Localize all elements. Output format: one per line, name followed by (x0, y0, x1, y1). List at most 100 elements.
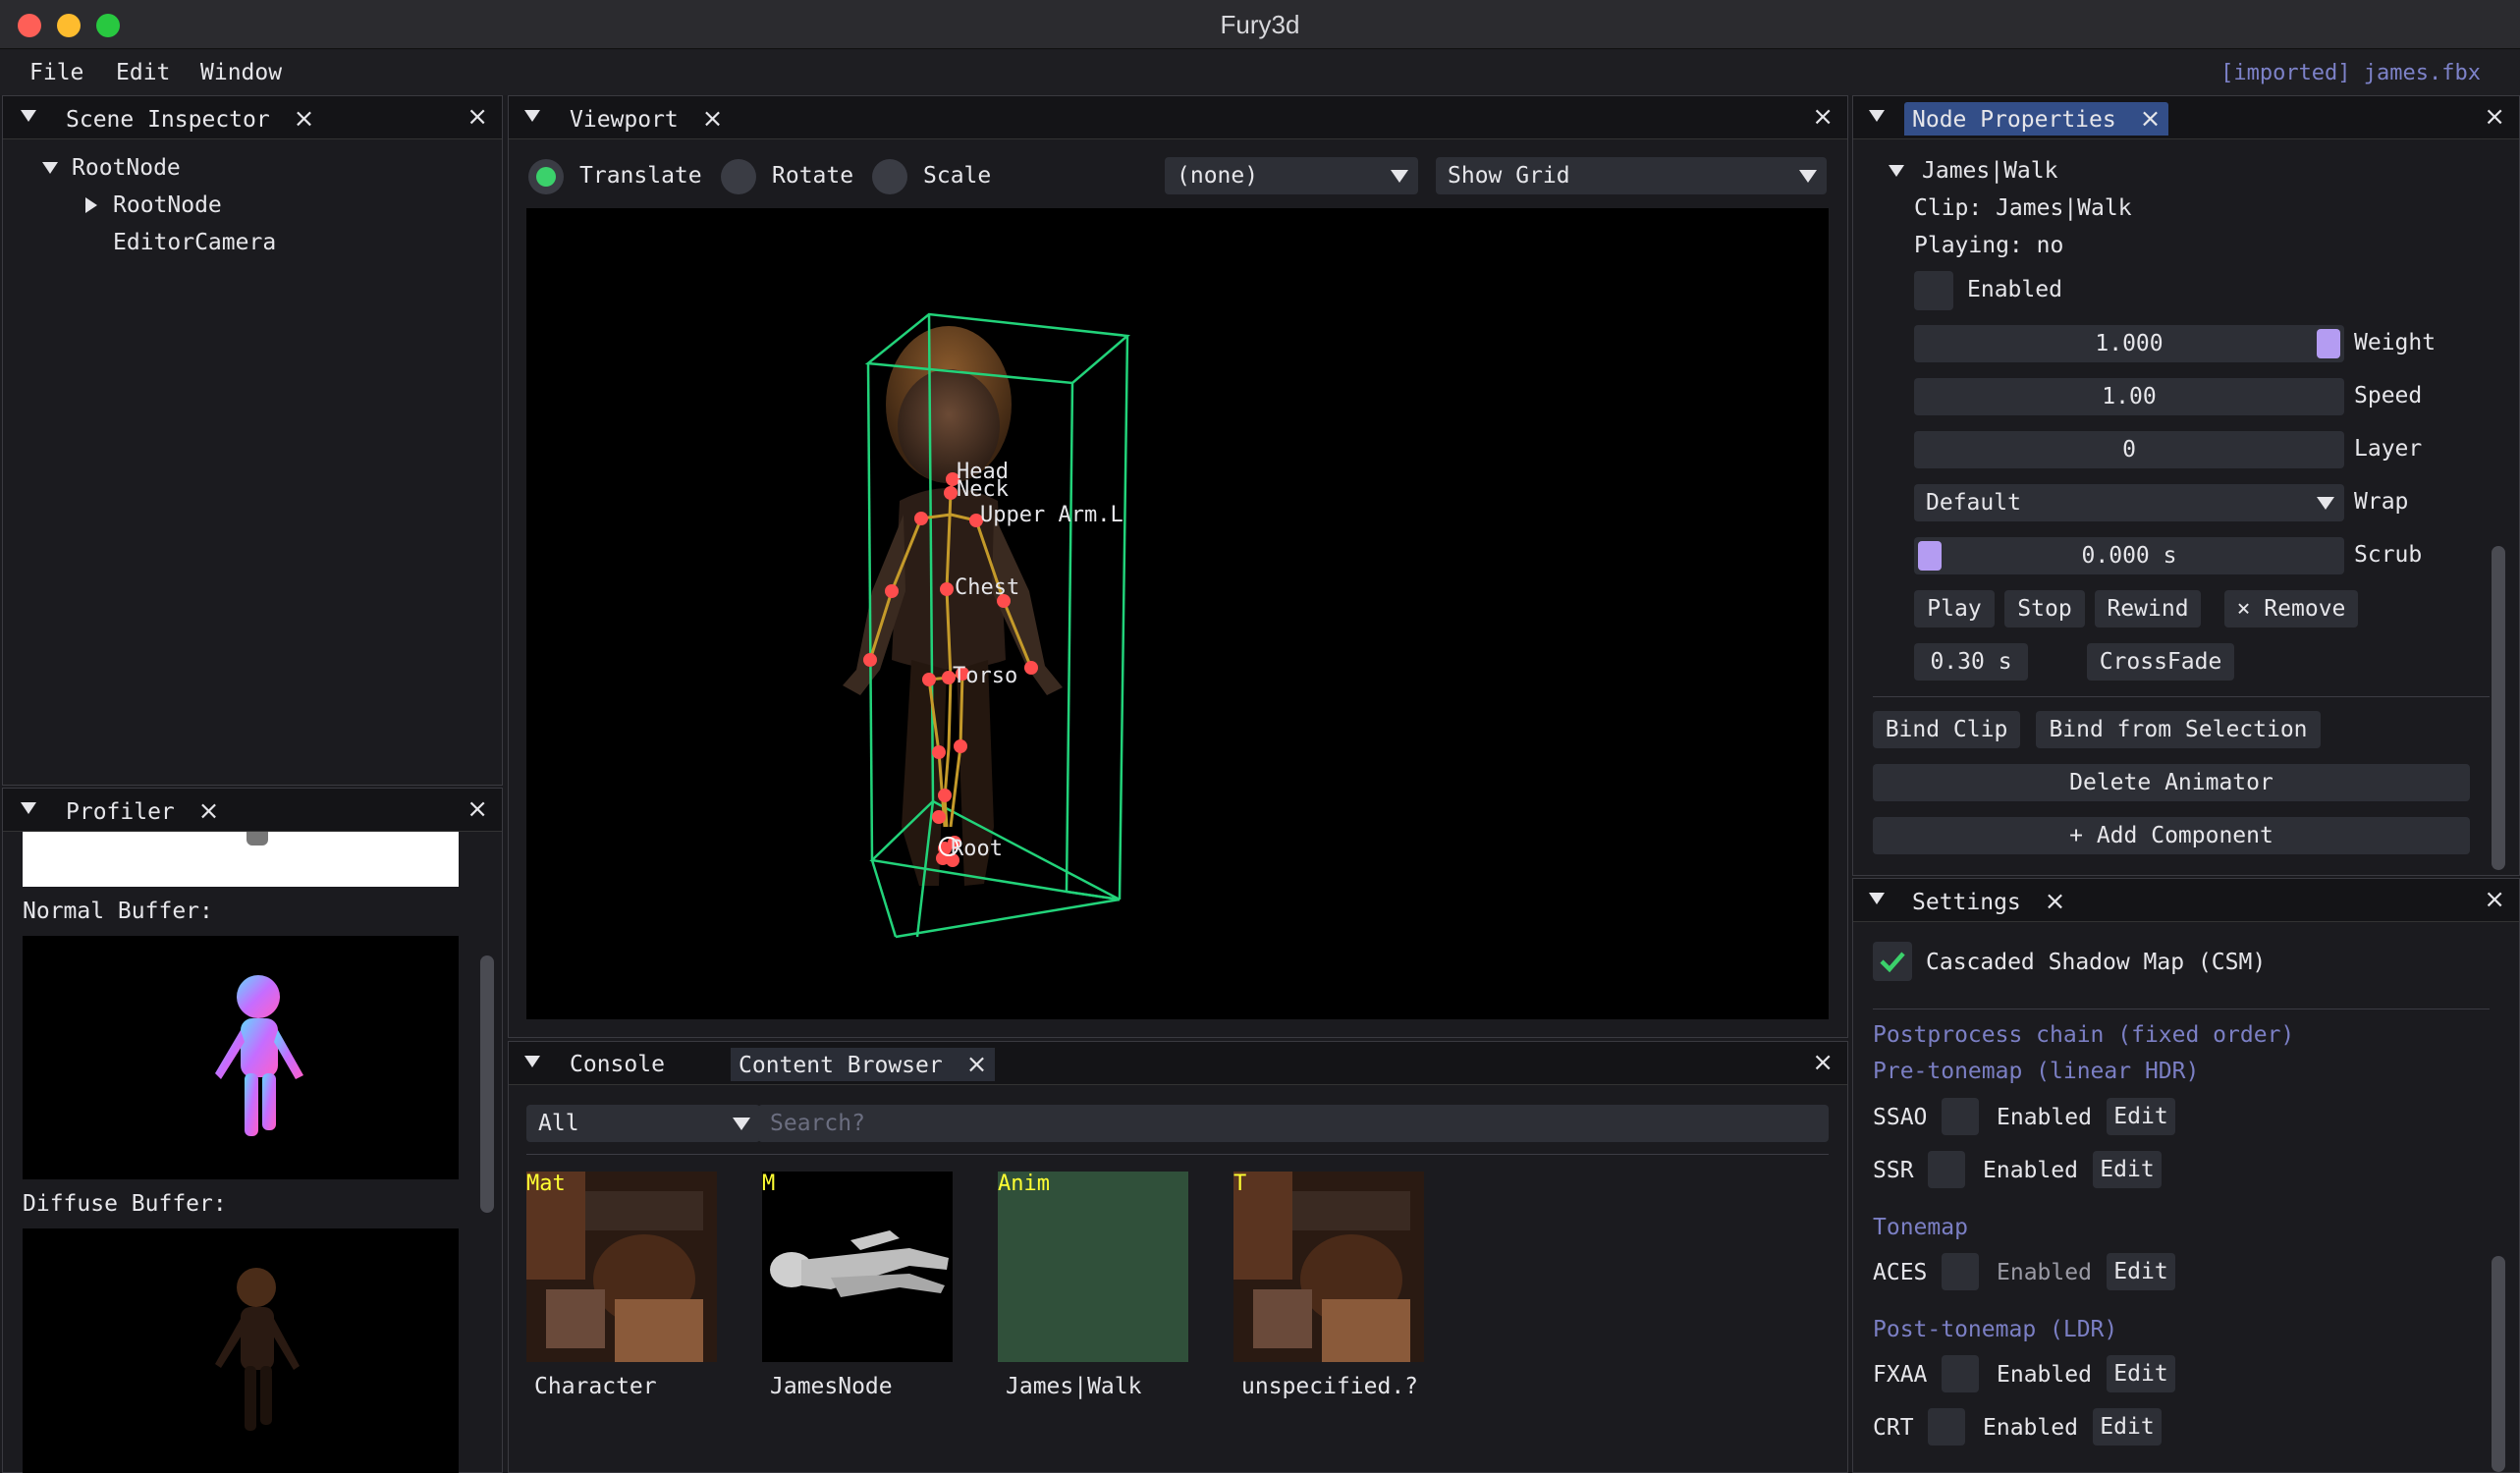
rewind-button[interactable]: Rewind (2095, 590, 2201, 627)
speed-field[interactable]: 1.00 (1914, 378, 2344, 415)
menu-edit[interactable]: Edit (116, 60, 170, 85)
divider (1873, 696, 2490, 697)
profiler-scrollbar[interactable] (480, 955, 494, 1213)
node-properties-scrollbar[interactable] (2492, 546, 2505, 870)
asset-name-jameswalk[interactable]: James|Walk (1006, 1374, 1141, 1399)
viewport-canvas[interactable]: Head Neck Upper Arm.L Chest Torso Root (526, 208, 1829, 1019)
crt-edit-button[interactable]: Edit (2093, 1408, 2162, 1446)
settings-scrollbar[interactable] (2492, 1256, 2505, 1472)
stop-button[interactable]: Stop (2004, 590, 2085, 627)
fxaa-edit-button[interactable]: Edit (2107, 1355, 2175, 1392)
ssao-label: SSAO (1873, 1105, 1928, 1130)
remove-button[interactable]: × Remove (2224, 590, 2358, 627)
close-icon[interactable]: × (294, 104, 315, 134)
crt-enabled-label: Enabled (1983, 1415, 2078, 1441)
asset-name-jamesnode[interactable]: JamesNode (770, 1374, 893, 1399)
tree-item-editorcamera[interactable]: EditorCamera (113, 230, 276, 255)
diffuse-buffer-image (23, 1228, 459, 1473)
close-icon[interactable]: × (966, 1050, 988, 1079)
menu-file[interactable]: File (29, 60, 83, 85)
delete-animator-button[interactable]: Delete Animator (1873, 764, 2470, 801)
bind-from-selection-button[interactable]: Bind from Selection (2036, 711, 2321, 748)
wrap-value: Default (1926, 490, 2021, 516)
enabled-checkbox[interactable] (1914, 271, 1953, 310)
chevron-down-icon (1391, 170, 1408, 183)
close-panel-icon[interactable]: × (2484, 104, 2505, 130)
csm-checkbox[interactable] (1873, 942, 1912, 981)
asset-thumbnail-jamesnode[interactable]: M (762, 1172, 953, 1362)
rotate-label[interactable]: Rotate (772, 163, 853, 189)
fxaa-checkbox[interactable] (1942, 1355, 1979, 1392)
bind-clip-button[interactable]: Bind Clip (1873, 711, 2020, 748)
scrub-slider-grab[interactable] (1918, 541, 1942, 571)
close-icon[interactable]: × (702, 104, 724, 134)
tab-content-browser[interactable]: Content Browser × (731, 1048, 996, 1081)
speed-label: Speed (2354, 383, 2423, 409)
tree-item-rootnode-child[interactable]: RootNode (113, 192, 222, 218)
crossfade-button[interactable]: CrossFade (2087, 643, 2234, 681)
scrub-value: 0.000 s (2081, 543, 2177, 569)
asset-thumbnail-unspecified[interactable]: T (1233, 1172, 1424, 1362)
ssr-edit-button[interactable]: Edit (2093, 1151, 2162, 1188)
asset-search-input[interactable]: Search? (758, 1105, 1829, 1142)
collapse-icon[interactable] (524, 1056, 540, 1067)
tab-console[interactable]: Console (562, 1048, 673, 1081)
asset-name-character[interactable]: Character (534, 1374, 657, 1399)
ssao-checkbox[interactable] (1942, 1098, 1979, 1135)
tab-label: Content Browser (739, 1053, 943, 1078)
close-panel-icon[interactable]: × (1812, 1050, 1834, 1075)
close-icon[interactable]: × (2045, 887, 2066, 916)
chevron-down-icon (1799, 170, 1817, 183)
close-panel-icon[interactable]: × (466, 104, 488, 130)
aces-edit-button[interactable]: Edit (2107, 1253, 2175, 1290)
asset-name-unspecified[interactable]: unspecified.? (1241, 1374, 1418, 1399)
expand-icon[interactable] (42, 162, 58, 174)
tab-profiler[interactable]: Profiler × (58, 794, 227, 828)
weight-slider-grab[interactable] (2317, 329, 2340, 358)
collapse-icon[interactable] (524, 110, 540, 122)
close-icon[interactable]: × (2140, 104, 2162, 134)
expand-icon[interactable] (1889, 165, 1904, 177)
close-panel-icon[interactable]: × (2484, 887, 2505, 912)
tab-scene-inspector[interactable]: Scene Inspector × (58, 102, 322, 136)
asset-thumbnail-jameswalk[interactable]: Anim (998, 1172, 1188, 1362)
grid-dropdown[interactable]: Show Grid (1436, 157, 1827, 194)
collapse-icon[interactable] (1869, 893, 1885, 904)
scale-radio[interactable] (872, 159, 907, 194)
tree-item-rootnode[interactable]: RootNode (72, 155, 181, 181)
close-icon[interactable]: × (198, 796, 220, 826)
weight-slider[interactable]: 1.000 (1914, 325, 2344, 362)
play-button[interactable]: Play (1914, 590, 1995, 627)
translate-label[interactable]: Translate (579, 163, 702, 189)
aces-checkbox[interactable] (1942, 1253, 1979, 1290)
scale-label[interactable]: Scale (923, 163, 991, 189)
close-panel-icon[interactable]: × (466, 796, 488, 822)
tab-settings[interactable]: Settings × (1904, 885, 2073, 918)
expand-right-icon[interactable] (85, 197, 97, 213)
wrap-dropdown[interactable]: Default (1914, 484, 2344, 521)
layer-field[interactable]: 0 (1914, 431, 2344, 468)
translate-radio[interactable] (528, 159, 564, 194)
asset-thumbnail-character[interactable]: Mat (526, 1172, 717, 1362)
layer-value: 0 (2122, 437, 2136, 463)
collapse-icon[interactable] (1869, 110, 1885, 122)
clip-node-label[interactable]: James|Walk (1922, 158, 2057, 184)
ssao-edit-button[interactable]: Edit (2107, 1098, 2175, 1135)
crossfade-time-field[interactable]: 0.30 s (1914, 643, 2028, 681)
scene-inspector-panel: Scene Inspector × × RootNode RootNode Ed… (2, 95, 503, 786)
add-component-button[interactable]: + Add Component (1873, 817, 2470, 854)
scrub-slider[interactable]: 0.000 s (1914, 537, 2344, 574)
crt-checkbox[interactable] (1928, 1408, 1965, 1446)
tab-node-properties[interactable]: Node Properties × (1904, 102, 2169, 136)
scrub-label: Scrub (2354, 542, 2423, 568)
close-panel-icon[interactable]: × (1812, 104, 1834, 130)
tab-viewport[interactable]: Viewport × (562, 102, 731, 136)
asset-filter-dropdown[interactable]: All (526, 1105, 760, 1142)
menu-window[interactable]: Window (200, 60, 282, 85)
rotate-radio[interactable] (721, 159, 756, 194)
collapse-icon[interactable] (21, 802, 36, 814)
selection-dropdown[interactable]: (none) (1165, 157, 1418, 194)
collapse-icon[interactable] (21, 110, 36, 122)
ssr-checkbox[interactable] (1928, 1151, 1965, 1188)
texture-svg (526, 1172, 717, 1362)
